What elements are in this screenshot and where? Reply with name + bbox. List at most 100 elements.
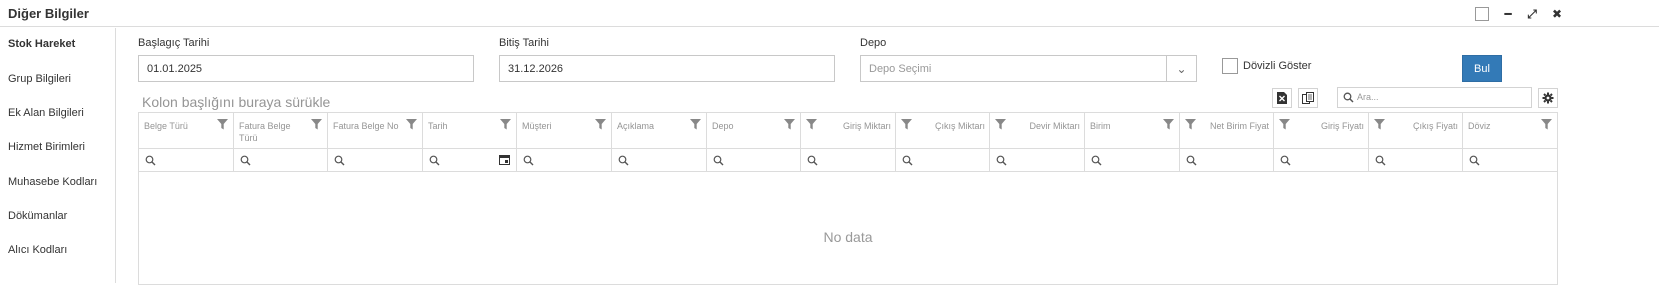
column-header[interactable]: Çıkış Miktarı: [896, 113, 990, 149]
sidebar-item-grup-bilgileri[interactable]: Grup Bilgileri: [8, 73, 71, 85]
column-header-label: Döviz: [1468, 120, 1491, 132]
column-header[interactable]: Çıkış Fiyatı: [1369, 113, 1463, 149]
sidebar-item-stok-hareket[interactable]: Stok Hareket: [8, 38, 75, 50]
maximize-icon[interactable]: ⤢: [1522, 4, 1542, 24]
filter-icon[interactable]: [995, 119, 1006, 130]
column-filter-cell[interactable]: [990, 149, 1085, 171]
filter-icon[interactable]: [406, 119, 417, 130]
group-panel[interactable]: Kolon başlığını buraya sürükle: [142, 94, 330, 110]
sidebar-item-hizmet-birimleri[interactable]: Hizmet Birimleri: [8, 141, 85, 153]
column-header-text: Giriş Miktarı: [843, 121, 891, 131]
sidebar-item-ek-alan-bilgileri[interactable]: Ek Alan Bilgileri: [8, 107, 84, 119]
column-chooser-icon[interactable]: [1298, 88, 1318, 108]
data-grid: Belge Türü Fatura Belge Türü Fatura Belge N…: [138, 112, 1558, 285]
minimize-icon[interactable]: ━: [1498, 4, 1518, 24]
end-date-field[interactable]: [499, 55, 835, 82]
column-header[interactable]: Döviz: [1463, 113, 1558, 149]
column-header-label: Giriş Miktarı: [843, 120, 891, 132]
column-header[interactable]: Giriş Miktarı: [801, 113, 896, 149]
column-filter-cell[interactable]: [139, 149, 234, 171]
grid-header-row: Belge Türü Fatura Belge Türü Fatura Belge N…: [139, 113, 1558, 149]
sidebar-item-alici-kodlari[interactable]: Alıcı Kodları: [8, 244, 67, 256]
column-header[interactable]: Fatura Belge No: [328, 113, 423, 149]
column-header-label: Fatura Belge No: [333, 120, 399, 132]
column-header[interactable]: Depo: [707, 113, 801, 149]
filter-icon[interactable]: [311, 119, 322, 130]
no-data-message: No data: [823, 229, 873, 245]
filter-icon[interactable]: [901, 119, 912, 130]
column-header-label: Net Birim Fiyat: [1210, 120, 1269, 132]
sidebar-item-muhasebe-kodlari[interactable]: Muhasebe Kodları: [8, 176, 97, 188]
filter-icon[interactable]: [1185, 119, 1196, 130]
column-header[interactable]: Fatura Belge Türü: [234, 113, 328, 149]
start-date-label: Başlagıç Tarihi: [138, 37, 210, 49]
grid-filter-row: [139, 149, 1558, 172]
calendar-icon[interactable]: [499, 154, 510, 165]
column-filter-cell[interactable]: [328, 149, 423, 171]
currency-checkbox[interactable]: [1222, 58, 1238, 74]
search-icon: [334, 155, 345, 166]
filter-icon[interactable]: [217, 119, 228, 130]
depot-label: Depo: [860, 37, 887, 49]
filter-icon[interactable]: [500, 119, 511, 130]
column-filter-cell[interactable]: [1463, 149, 1558, 171]
column-header[interactable]: Giriş Fiyatı: [1274, 113, 1369, 149]
search-icon: [902, 155, 913, 166]
filter-icon[interactable]: [690, 119, 701, 130]
sidebar-item-dokumanlar[interactable]: Dökümanlar: [8, 210, 67, 222]
close-icon[interactable]: ✖: [1547, 4, 1567, 24]
column-filter-cell[interactable]: [707, 149, 801, 171]
column-header[interactable]: Devir Miktarı: [990, 113, 1085, 149]
column-header[interactable]: Belge Türü: [139, 113, 234, 149]
window-titlebar: Diğer Bilgiler ━ ⤢ ✖: [0, 0, 1659, 27]
column-filter-cell[interactable]: [1180, 149, 1274, 171]
filter-icon[interactable]: [806, 119, 817, 130]
column-header[interactable]: Net Birim Fiyat: [1180, 113, 1274, 149]
grid-search-input[interactable]: Ara...: [1337, 87, 1532, 108]
column-filter-cell[interactable]: [896, 149, 990, 171]
filter-icon[interactable]: [1163, 119, 1174, 130]
column-header-label: Depo: [712, 120, 734, 132]
sidebar: Stok Hareket Grup Bilgileri Ek Alan Bilg…: [0, 28, 116, 283]
search-icon: [1091, 155, 1102, 166]
restore-icon[interactable]: [1472, 4, 1492, 24]
window-title: Diğer Bilgiler: [8, 6, 89, 21]
column-header-label: Açıklama: [617, 120, 654, 132]
filter-icon[interactable]: [1541, 119, 1552, 130]
column-header[interactable]: Müşteri: [517, 113, 612, 149]
depot-select[interactable]: Depo Seçimi ⌄: [860, 55, 1197, 82]
search-button[interactable]: Bul: [1462, 55, 1502, 82]
settings-icon[interactable]: [1538, 88, 1558, 108]
start-date-field[interactable]: [138, 55, 474, 82]
search-icon: [618, 155, 629, 166]
column-filter-cell[interactable]: [1369, 149, 1463, 171]
column-header-label: Giriş Fiyatı: [1321, 120, 1364, 132]
filter-icon[interactable]: [784, 119, 795, 130]
filter-icon[interactable]: [1279, 119, 1290, 130]
column-header-text: Giriş Fiyatı: [1320, 121, 1364, 131]
search-icon: [1186, 155, 1197, 166]
column-header[interactable]: Açıklama: [612, 113, 707, 149]
column-filter-cell[interactable]: [234, 149, 328, 171]
filter-icon[interactable]: [1374, 119, 1385, 130]
search-icon: [1469, 155, 1480, 166]
column-filter-cell[interactable]: [1274, 149, 1369, 171]
search-icon: [429, 155, 440, 166]
depot-placeholder: Depo Seçimi: [869, 63, 932, 75]
column-filter-cell[interactable]: [1085, 149, 1180, 171]
column-header[interactable]: Birim: [1085, 113, 1180, 149]
column-filter-cell[interactable]: [612, 149, 707, 171]
column-header-text: Birim: [1090, 121, 1111, 131]
chevron-down-icon[interactable]: ⌄: [1166, 56, 1196, 81]
filter-icon[interactable]: [595, 119, 606, 130]
search-icon: [240, 155, 251, 166]
column-header[interactable]: Tarih: [423, 113, 517, 149]
column-header-label: Devir Miktarı: [1029, 120, 1080, 132]
column-filter-cell[interactable]: [423, 149, 517, 171]
column-header-text: Devir Miktarı: [1029, 121, 1080, 131]
column-filter-cell[interactable]: [801, 149, 896, 171]
column-header-label: Birim: [1090, 120, 1111, 132]
excel-export-icon[interactable]: [1272, 88, 1292, 108]
column-filter-cell[interactable]: [517, 149, 612, 171]
search-icon: [145, 155, 156, 166]
